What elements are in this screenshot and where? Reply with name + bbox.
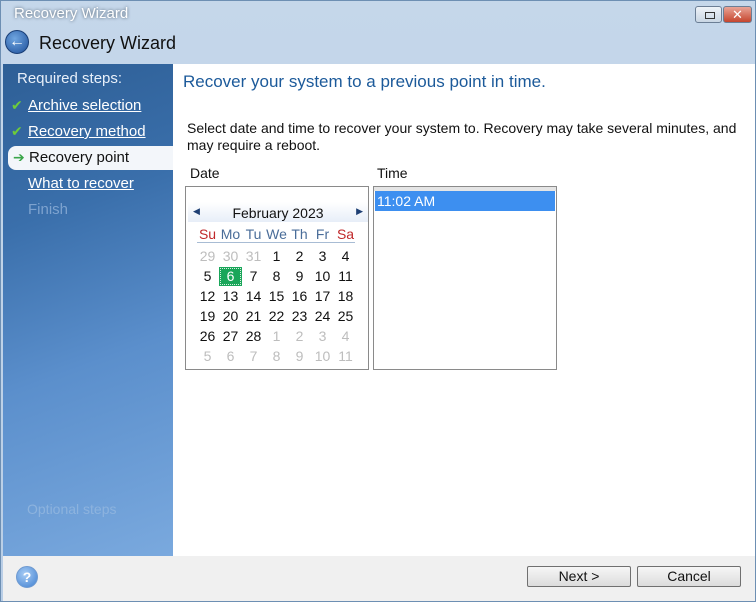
calendar-month: February 2023: [232, 205, 324, 221]
checkmark-icon: ✔: [11, 123, 23, 139]
calendar-day[interactable]: 7: [242, 267, 265, 286]
cancel-button[interactable]: Cancel: [637, 566, 741, 587]
calendar-day[interactable]: 21: [242, 307, 265, 326]
calendar-header: ◀ February 2023 ▶: [188, 202, 368, 222]
next-month-arrow-icon[interactable]: ▶: [356, 206, 363, 217]
weekday-th: Th: [291, 226, 308, 242]
step-label: Recovery method: [28, 123, 146, 140]
calendar-day[interactable]: 17: [311, 287, 334, 306]
time-item-selected[interactable]: 11:02 AM: [375, 191, 555, 211]
optional-steps-label: Optional steps: [27, 501, 117, 517]
weekday-mo: Mo: [220, 226, 241, 242]
calendar-day[interactable]: 6: [219, 347, 242, 366]
calendar-day[interactable]: 5: [196, 267, 219, 286]
calendar-day[interactable]: 15: [265, 287, 288, 306]
page-title: Recover your system to a previous point …: [183, 72, 546, 91]
time-list[interactable]: 11:02 AM: [373, 186, 557, 370]
window-title: Recovery Wizard: [14, 5, 129, 22]
time-label: Time: [377, 165, 408, 181]
calendar-day-selected[interactable]: 6: [219, 267, 242, 286]
calendar-day[interactable]: 25: [334, 307, 357, 326]
page-description: Select date and time to recover your sys…: [187, 120, 737, 153]
minimize-button[interactable]: [695, 6, 722, 23]
calendar-day[interactable]: 3: [311, 327, 334, 346]
calendar-day[interactable]: 29: [196, 247, 219, 266]
calendar-day[interactable]: 8: [265, 267, 288, 286]
calendar-day[interactable]: 8: [265, 347, 288, 366]
calendar-day[interactable]: 5: [196, 347, 219, 366]
calendar-day[interactable]: 10: [311, 267, 334, 286]
calendar-day[interactable]: 1: [265, 247, 288, 266]
step-label: Recovery point: [29, 149, 130, 166]
step-recovery-method[interactable]: ✔ Recovery method: [3, 120, 173, 144]
date-label: Date: [190, 165, 220, 181]
step-archive-selection[interactable]: ✔ Archive selection: [3, 94, 173, 118]
step-what-to-recover[interactable]: What to recover: [3, 172, 173, 196]
calendar-day[interactable]: 13: [219, 287, 242, 306]
calendar-day[interactable]: 31: [242, 247, 265, 266]
calendar-day[interactable]: 1: [265, 327, 288, 346]
steps-sidebar: Required steps: ✔ Archive selection ✔ Recov…: [3, 64, 173, 556]
calendar-day[interactable]: 16: [288, 287, 311, 306]
calendar-day[interactable]: 10: [311, 347, 334, 366]
wizard-window: Recovery Wizard ✕ ← Recovery Wizard Requ…: [0, 0, 756, 602]
next-button[interactable]: Next >: [527, 566, 631, 587]
step-label: What to recover: [28, 175, 134, 192]
wizard-header: ← Recovery Wizard: [1, 27, 755, 63]
step-label: Archive selection: [28, 97, 142, 114]
checkmark-icon: ✔: [11, 97, 23, 113]
close-button[interactable]: ✕: [723, 6, 752, 23]
calendar-day[interactable]: 18: [334, 287, 357, 306]
weekday-fr: Fr: [315, 226, 330, 242]
wizard-heading: Recovery Wizard: [39, 33, 177, 53]
weekday-header: Su Mo Tu We Th Fr Sa: [197, 225, 355, 243]
calendar-day[interactable]: 2: [288, 247, 311, 266]
calendar-day[interactable]: 3: [311, 247, 334, 266]
title-bar: Recovery Wizard ✕: [1, 1, 755, 27]
calendar-day[interactable]: 23: [288, 307, 311, 326]
calendar-day[interactable]: 22: [265, 307, 288, 326]
calendar-day[interactable]: 19: [196, 307, 219, 326]
calendar-day[interactable]: 11: [334, 347, 357, 366]
help-icon[interactable]: ?: [16, 566, 38, 588]
required-steps-label: Required steps:: [17, 70, 123, 87]
calendar-day[interactable]: 30: [219, 247, 242, 266]
weekday-sa: Sa: [336, 226, 355, 242]
weekday-su: Su: [198, 226, 217, 242]
wizard-footer: ? Next > Cancel: [3, 556, 755, 601]
calendar-day[interactable]: 12: [196, 287, 219, 306]
calendar-day[interactable]: 28: [242, 327, 265, 346]
calendar-day[interactable]: 20: [219, 307, 242, 326]
calendar-day[interactable]: 4: [334, 247, 357, 266]
calendar-day[interactable]: 7: [242, 347, 265, 366]
date-calendar[interactable]: ◀ February 2023 ▶ Su Mo Tu We Th Fr Sa 29 30 31 1…: [185, 186, 369, 370]
weekday-we: We: [266, 226, 287, 242]
calendar-day[interactable]: 14: [242, 287, 265, 306]
calendar-day[interactable]: 27: [219, 327, 242, 346]
calendar-day[interactable]: 11: [334, 267, 357, 286]
calendar-day[interactable]: 9: [288, 267, 311, 286]
calendar-day[interactable]: 26: [196, 327, 219, 346]
back-arrow-icon[interactable]: ←: [5, 30, 29, 54]
calendar-day[interactable]: 9: [288, 347, 311, 366]
arrow-right-icon: ➔: [13, 149, 25, 165]
step-recovery-point[interactable]: ➔ Recovery point: [8, 146, 173, 170]
step-finish: Finish: [3, 198, 173, 222]
calendar-day[interactable]: 4: [334, 327, 357, 346]
main-panel: Recover your system to a previous point …: [173, 64, 755, 556]
step-label: Finish: [28, 201, 69, 218]
weekday-tu: Tu: [245, 226, 262, 242]
calendar-day[interactable]: 24: [311, 307, 334, 326]
calendar-day[interactable]: 2: [288, 327, 311, 346]
